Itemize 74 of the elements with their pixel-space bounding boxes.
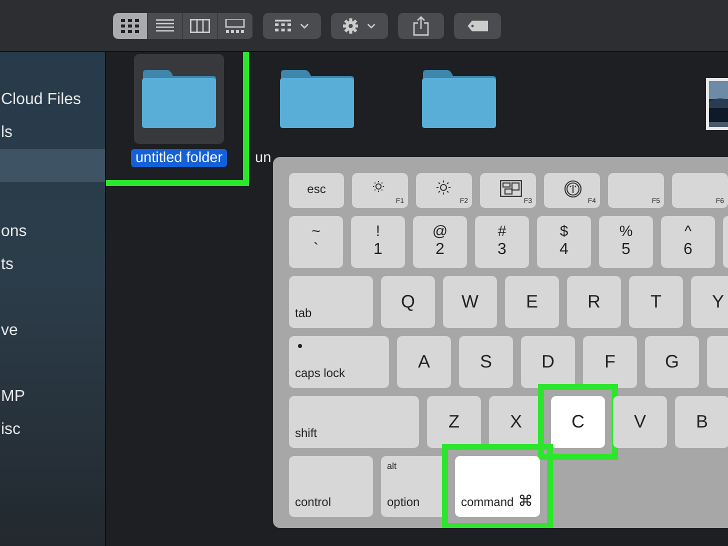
list-icon xyxy=(156,19,174,32)
icons-view-button[interactable] xyxy=(113,12,148,38)
sun-icon xyxy=(372,180,385,193)
key-label: A xyxy=(416,352,431,372)
key-label: 4 xyxy=(558,241,570,259)
key-label: 2 xyxy=(434,241,446,259)
key-label: option xyxy=(387,495,420,509)
key-label: ~ xyxy=(310,223,322,240)
folder-icon xyxy=(141,69,217,129)
sidebar-item[interactable]: ts xyxy=(0,248,105,281)
key-label: shift xyxy=(295,426,318,440)
key-label: R xyxy=(586,292,602,312)
key-label: # xyxy=(496,223,508,240)
sidebar-item[interactable]: isc xyxy=(0,413,105,446)
key-label: % xyxy=(618,223,634,240)
list-view-button[interactable] xyxy=(148,12,183,38)
key-label: ` xyxy=(312,241,320,259)
key-label: esc xyxy=(306,182,327,196)
gallery-icon xyxy=(225,18,245,32)
windows-icon xyxy=(500,180,522,197)
sidebar-item[interactable]: ls xyxy=(0,116,105,149)
key-label: caps lock xyxy=(295,366,346,380)
folder-item[interactable] xyxy=(134,54,224,144)
tag-button[interactable] xyxy=(454,12,501,38)
grid-icon xyxy=(275,18,292,32)
sidebar-item[interactable]: MP xyxy=(0,380,105,413)
key-label: command xyxy=(461,495,514,509)
key-label: Q xyxy=(400,292,416,312)
columns-view-button[interactable] xyxy=(183,12,218,38)
key-label: 5 xyxy=(620,241,632,259)
key-label: tab xyxy=(295,306,312,320)
action-button[interactable] xyxy=(331,12,388,38)
key-label: $ xyxy=(558,223,570,240)
key-label: Y xyxy=(710,292,725,312)
sidebar-item[interactable]: ve xyxy=(0,314,105,347)
key-label: F xyxy=(604,352,616,372)
key-label: T xyxy=(650,292,662,312)
key-label: E xyxy=(524,292,539,312)
key-label: 6 xyxy=(682,241,694,259)
key-label: X xyxy=(508,412,523,432)
key-label: D xyxy=(540,352,556,372)
gallery-view-button[interactable] xyxy=(218,12,253,38)
key-label: 3 xyxy=(496,241,508,259)
key-label: V xyxy=(632,412,647,432)
key-label: 1 xyxy=(372,241,384,259)
columns-icon xyxy=(190,18,210,32)
sun-icon xyxy=(436,180,451,195)
file-name[interactable]: un xyxy=(255,149,272,167)
folder-icon xyxy=(279,69,355,129)
key-label: ^ xyxy=(683,223,693,240)
chevron-icon xyxy=(300,22,309,28)
sidebar-item[interactable]: ons xyxy=(0,215,105,248)
key-label: @ xyxy=(431,223,449,240)
key-label: C xyxy=(570,412,586,432)
sidebar-item[interactable]: Cloud Files xyxy=(0,83,105,116)
key-label: ⌘ xyxy=(518,492,533,510)
settings-icon xyxy=(343,16,358,34)
key-label: alt xyxy=(387,461,397,471)
key-label: S xyxy=(478,352,493,372)
key-label: G xyxy=(664,352,680,372)
chevron-icon xyxy=(367,22,376,28)
group-button[interactable] xyxy=(263,12,321,38)
key-label: ! xyxy=(374,223,382,240)
folder-icon xyxy=(421,69,497,129)
file-name[interactable]: untitled folder xyxy=(131,149,227,167)
share-button[interactable] xyxy=(398,12,444,38)
tag-icon xyxy=(466,20,488,32)
key-label: control xyxy=(295,495,332,509)
gauge-icon xyxy=(564,180,582,198)
key-label: B xyxy=(694,412,709,432)
key-label: W xyxy=(460,292,480,312)
key-label: Z xyxy=(448,412,460,432)
grid-icon xyxy=(121,18,139,32)
share-icon xyxy=(413,16,429,36)
